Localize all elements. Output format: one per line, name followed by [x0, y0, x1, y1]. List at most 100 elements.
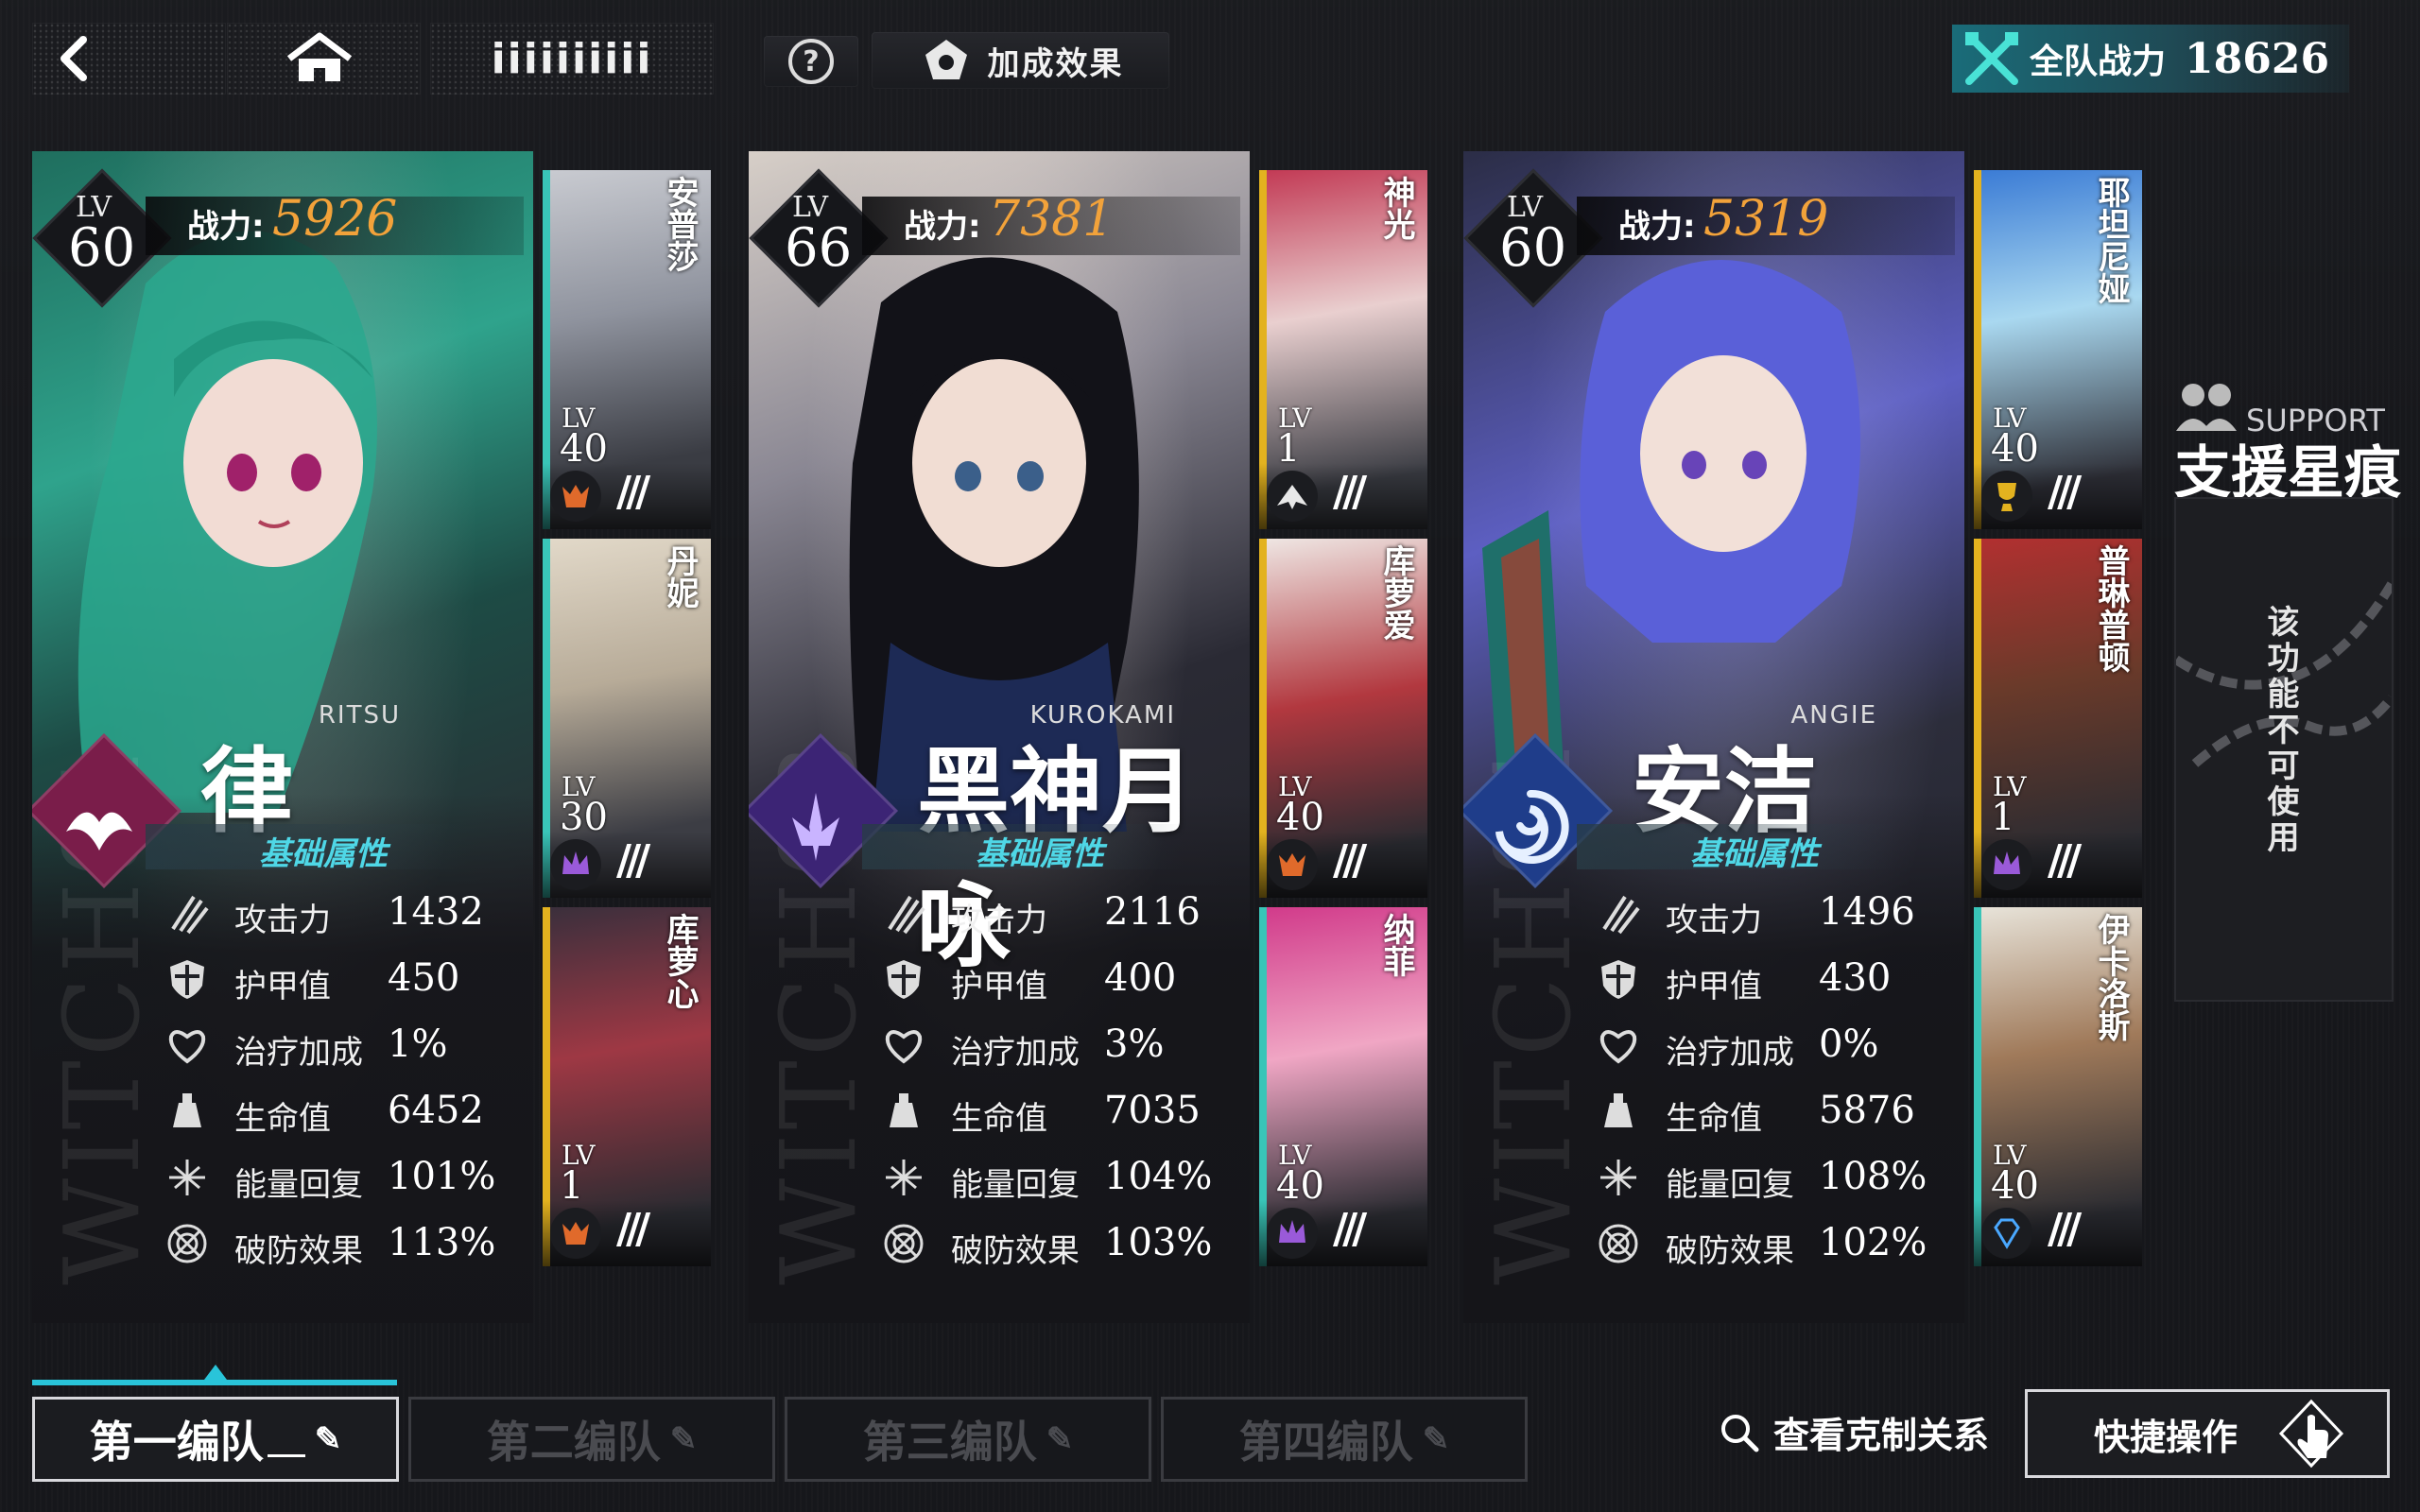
- bonus-effect-label: 加成效果: [987, 44, 1124, 83]
- tab-team-3[interactable]: 第三编队 ✎: [785, 1397, 1151, 1482]
- home-button[interactable]: [227, 23, 421, 94]
- combat-power-label: 战力:: [1618, 208, 1696, 246]
- view-counter-relations-link[interactable]: 查看克制关系: [1719, 1406, 1989, 1458]
- stat-value: 104%: [1104, 1155, 1213, 1198]
- home-icon: [286, 32, 353, 81]
- swirl-element-icon: [1478, 775, 1582, 879]
- support-slot[interactable]: 纳菲 LV 40 ///: [1259, 907, 1427, 1266]
- rarity-slashes: ///: [2048, 1205, 2082, 1253]
- stat-label: 能量回复: [1666, 1166, 1794, 1204]
- rarity-slashes: ///: [1333, 836, 1367, 885]
- stat-row-armor: 护甲值 450: [32, 954, 524, 1007]
- shield-icon: [164, 956, 210, 1002]
- support-slot[interactable]: 神光 LV 1 ///: [1259, 170, 1427, 529]
- stat-label: 生命值: [234, 1100, 331, 1138]
- stat-label: 护甲值: [1666, 968, 1762, 1005]
- support-name: 神光: [1377, 176, 1415, 240]
- stat-row-attack: 攻击力 1432: [32, 888, 524, 941]
- stat-label: 破防效果: [951, 1232, 1080, 1270]
- back-button[interactable]: [32, 23, 226, 94]
- stat-label: 攻击力: [234, 902, 331, 939]
- character-panel[interactable]: WITCH03 LV 66 战力: 7381 KUROKAMI 黑神月咏 基础属…: [749, 151, 1250, 1323]
- menu-glyph: iiiiiiiiii: [491, 34, 653, 83]
- level-value: 60: [68, 217, 136, 279]
- heart-icon: [164, 1022, 210, 1068]
- tab-team-2[interactable]: 第二编队 ✎: [408, 1397, 775, 1482]
- team-member-card-1[interactable]: WITCH01 LV 60 战力: 5926 RITSU 律 基础属性 攻击力 …: [32, 151, 713, 1323]
- dragon-element-icon: [47, 775, 151, 879]
- base-attributes-label: 基础属性: [259, 835, 388, 873]
- stat-row-energy: 能量回复 101%: [32, 1153, 524, 1206]
- support-slot[interactable]: 伊卡洛斯 LV 40 ///: [1974, 907, 2142, 1266]
- beast-icon: [1267, 839, 1318, 890]
- menu-button[interactable]: iiiiiiiiii: [430, 23, 714, 94]
- edit-pencil-icon[interactable]: ✎: [315, 1420, 342, 1458]
- stat-value: 113%: [388, 1221, 496, 1264]
- edit-pencil-icon[interactable]: ✎: [1046, 1420, 1074, 1458]
- stat-row-hp: 生命值 7035: [749, 1087, 1240, 1140]
- tab-team-4[interactable]: 第四编队 ✎: [1161, 1397, 1528, 1482]
- crown-purple-icon: [1267, 1208, 1318, 1259]
- stat-value: 430: [1819, 956, 1892, 1000]
- base-attributes-label: 基础属性: [1690, 835, 1819, 873]
- support-slot[interactable]: 丹妮 LV 30 ///: [543, 539, 711, 898]
- rarity-slashes: ///: [616, 1205, 650, 1253]
- stat-label: 能量回复: [234, 1166, 363, 1204]
- tab-team-1[interactable]: 第一编队 ✎: [32, 1397, 399, 1482]
- support-strip: 耶坦尼娅 LV 40 /// 普琳普顿 LV 1 /// 伊卡洛斯 LV 40 …: [1974, 151, 2142, 1323]
- quick-action-button[interactable]: 快捷操作: [2025, 1389, 2390, 1478]
- tap-hand-icon: [2278, 1399, 2344, 1469]
- character-panel[interactable]: WITCH01 LV 60 战力: 5926 RITSU 律 基础属性 攻击力 …: [32, 151, 533, 1323]
- stat-label: 护甲值: [951, 968, 1047, 1005]
- support-slot[interactable]: 库萝爱 LV 40 ///: [1259, 539, 1427, 898]
- crossed-swords-icon: [1965, 32, 2018, 85]
- energy-icon: [164, 1155, 210, 1200]
- shield-icon: [881, 956, 926, 1002]
- vial-icon: [1596, 1089, 1641, 1134]
- stat-value: 3%: [1104, 1022, 1165, 1066]
- bonus-effect-button[interactable]: 加成效果: [872, 32, 1169, 89]
- support-slot[interactable]: 安普莎 LV 40 ///: [543, 170, 711, 529]
- stat-value: 400: [1104, 956, 1177, 1000]
- stat-row-armor: 护甲值 430: [1463, 954, 1955, 1007]
- stat-row-break: 破防效果 103%: [749, 1219, 1240, 1272]
- edit-pencil-icon[interactable]: ✎: [670, 1420, 698, 1458]
- stat-label: 能量回复: [951, 1166, 1080, 1204]
- stat-value: 450: [388, 956, 460, 1000]
- beast-icon: [550, 471, 601, 522]
- stat-row-attack: 攻击力 2116: [749, 888, 1240, 941]
- support-name: 普琳普顿: [2092, 544, 2130, 673]
- help-button[interactable]: ?: [764, 36, 858, 87]
- support-name: 安普莎: [661, 176, 699, 272]
- team-power-value: 18626: [2185, 34, 2330, 83]
- team-member-card-3[interactable]: WITCH04 LV 60 战力: 5319 ANGIE 安洁 基础属性 攻击力…: [1463, 151, 2144, 1323]
- stat-row-heal: 治疗加成 0%: [1463, 1021, 1955, 1074]
- trident-element-icon: [764, 775, 868, 879]
- heart-icon: [881, 1022, 926, 1068]
- crown-icon: [925, 40, 967, 79]
- heart-icon: [1596, 1022, 1641, 1068]
- base-attributes-label: 基础属性: [976, 835, 1104, 873]
- stat-label: 治疗加成: [951, 1034, 1080, 1072]
- base-attributes-header: 基础属性: [146, 824, 467, 873]
- rarity-slashes: ///: [616, 836, 650, 885]
- quick-action-label: 快捷操作: [2094, 1416, 2238, 1458]
- support-slot[interactable]: 普琳普顿 LV 1 ///: [1974, 539, 2142, 898]
- support-slot[interactable]: 耶坦尼娅 LV 40 ///: [1974, 170, 2142, 529]
- stat-label: 破防效果: [234, 1232, 363, 1270]
- claw-icon: [1596, 890, 1641, 936]
- edit-pencil-icon[interactable]: ✎: [1423, 1420, 1450, 1458]
- gem-icon: [1981, 1208, 2032, 1259]
- team-member-card-2[interactable]: WITCH03 LV 66 战力: 7381 KUROKAMI 黑神月咏 基础属…: [749, 151, 1429, 1323]
- stat-label: 破防效果: [1666, 1232, 1794, 1270]
- stat-value: 103%: [1104, 1221, 1213, 1264]
- level-value: 60: [1499, 217, 1567, 279]
- stat-label: 攻击力: [951, 902, 1047, 939]
- combat-power-value: 5926: [272, 191, 398, 248]
- character-panel[interactable]: WITCH04 LV 60 战力: 5319 ANGIE 安洁 基础属性 攻击力…: [1463, 151, 1964, 1323]
- rarity-slashes: ///: [2048, 836, 2082, 885]
- support-name: 耶坦尼娅: [2092, 176, 2130, 304]
- stat-row-attack: 攻击力 1496: [1463, 888, 1955, 941]
- stat-label: 治疗加成: [234, 1034, 363, 1072]
- support-slot[interactable]: 库萝心 LV 1 ///: [543, 907, 711, 1266]
